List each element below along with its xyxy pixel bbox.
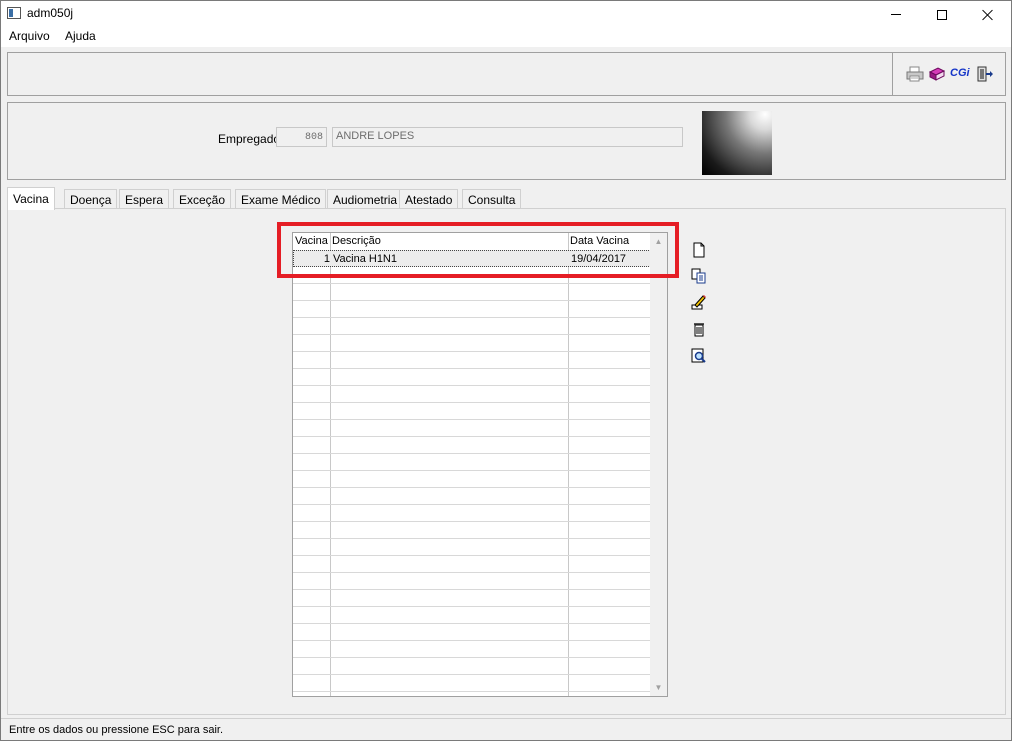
- empty-row[interactable]: [293, 267, 651, 284]
- column-header-vacina[interactable]: Vacina: [295, 235, 328, 247]
- tab-consulta[interactable]: Consulta: [462, 189, 522, 209]
- book-icon[interactable]: [928, 65, 946, 83]
- maximize-button[interactable]: [919, 1, 965, 28]
- empty-row[interactable]: [293, 675, 651, 692]
- tab-exame-medico[interactable]: Exame Médico: [235, 189, 327, 209]
- employee-code-field: 808: [276, 127, 327, 147]
- empty-row[interactable]: [293, 386, 651, 403]
- empty-row[interactable]: [293, 590, 651, 607]
- minimize-button[interactable]: [873, 1, 919, 28]
- scroll-up-icon[interactable]: ▲: [650, 233, 667, 250]
- empty-row[interactable]: [293, 420, 651, 437]
- employee-photo: [702, 111, 772, 175]
- empty-row[interactable]: [293, 454, 651, 471]
- window-title: adm050j: [27, 6, 74, 20]
- employee-label: Empregado:: [218, 132, 284, 146]
- empty-row[interactable]: [293, 573, 651, 590]
- empty-row[interactable]: [293, 284, 651, 301]
- tab-atestado[interactable]: Atestado: [399, 189, 459, 209]
- empty-row[interactable]: [293, 403, 651, 420]
- empty-row[interactable]: [293, 488, 651, 505]
- empty-row[interactable]: [293, 658, 651, 675]
- menu-arquivo[interactable]: Arquivo: [7, 29, 52, 43]
- app-icon: [7, 7, 21, 19]
- cgi-icon[interactable]: CGi: [950, 67, 972, 85]
- maximize-icon: [937, 9, 947, 20]
- tab-audiometria[interactable]: Audiometria: [327, 189, 404, 209]
- empty-row[interactable]: [293, 301, 651, 318]
- empty-row[interactable]: [293, 522, 651, 539]
- cell-vacina: 1: [323, 253, 330, 265]
- grid-header: Vacina Descrição Data Vacina: [293, 233, 651, 248]
- toolbar: CGi: [7, 52, 1006, 96]
- empty-row[interactable]: [293, 505, 651, 522]
- cell-data: 19/04/2017: [571, 253, 627, 265]
- tab-vacina[interactable]: Vacina: [7, 187, 55, 210]
- empty-row[interactable]: [293, 352, 651, 369]
- tab-excecao[interactable]: Exceção: [173, 189, 232, 209]
- empty-row[interactable]: [293, 335, 651, 352]
- cell-descricao: Vacina H1N1: [333, 253, 397, 265]
- empty-row[interactable]: [293, 369, 651, 386]
- tab-espera[interactable]: Espera: [119, 189, 170, 209]
- employee-name-field: ANDRE LOPES: [332, 127, 683, 147]
- status-bar: Entre os dados ou pressione ESC para sai…: [1, 718, 1011, 740]
- copy-icon[interactable]: [691, 268, 707, 284]
- minimize-icon: [891, 14, 901, 15]
- employee-panel: Empregado: 808 ANDRE LOPES: [7, 102, 1006, 180]
- column-header-descricao[interactable]: Descrição: [332, 235, 381, 247]
- toolbar-separator: [892, 53, 893, 95]
- empty-row[interactable]: [293, 471, 651, 488]
- empty-row[interactable]: [293, 624, 651, 641]
- tab-doenca[interactable]: Doença: [64, 189, 118, 209]
- empty-row[interactable]: [293, 539, 651, 556]
- close-button[interactable]: [965, 1, 1011, 28]
- column-header-data-vacina[interactable]: Data Vacina: [570, 235, 629, 247]
- grid-scrollbar[interactable]: ▲ ▼: [650, 233, 667, 696]
- scroll-down-icon[interactable]: ▼: [650, 679, 667, 696]
- menu-bar: Arquivo Ajuda: [1, 28, 1011, 47]
- edit-icon[interactable]: [691, 294, 707, 310]
- empty-row[interactable]: [293, 437, 651, 454]
- app-window: adm050j Arquivo Ajuda CGi Empregado: 808…: [0, 0, 1012, 741]
- search-icon[interactable]: [691, 348, 707, 364]
- new-icon[interactable]: [691, 242, 707, 258]
- empty-row[interactable]: [293, 556, 651, 573]
- close-icon: [982, 9, 994, 21]
- tab-panel-vacina: Vacina Descrição Data Vacina 1 Vacina H1…: [7, 208, 1006, 715]
- empty-row[interactable]: [293, 692, 651, 696]
- delete-icon[interactable]: [691, 321, 707, 337]
- vaccine-grid[interactable]: Vacina Descrição Data Vacina 1 Vacina H1…: [292, 232, 668, 697]
- exit-icon[interactable]: [976, 65, 994, 83]
- menu-ajuda[interactable]: Ajuda: [63, 29, 98, 43]
- table-row[interactable]: 1 Vacina H1N1 19/04/2017: [293, 250, 651, 267]
- title-bar: adm050j: [1, 1, 1011, 28]
- empty-row[interactable]: [293, 318, 651, 335]
- empty-row[interactable]: [293, 641, 651, 658]
- empty-row[interactable]: [293, 607, 651, 624]
- status-text: Entre os dados ou pressione ESC para sai…: [9, 724, 224, 736]
- printer-icon[interactable]: [906, 65, 924, 83]
